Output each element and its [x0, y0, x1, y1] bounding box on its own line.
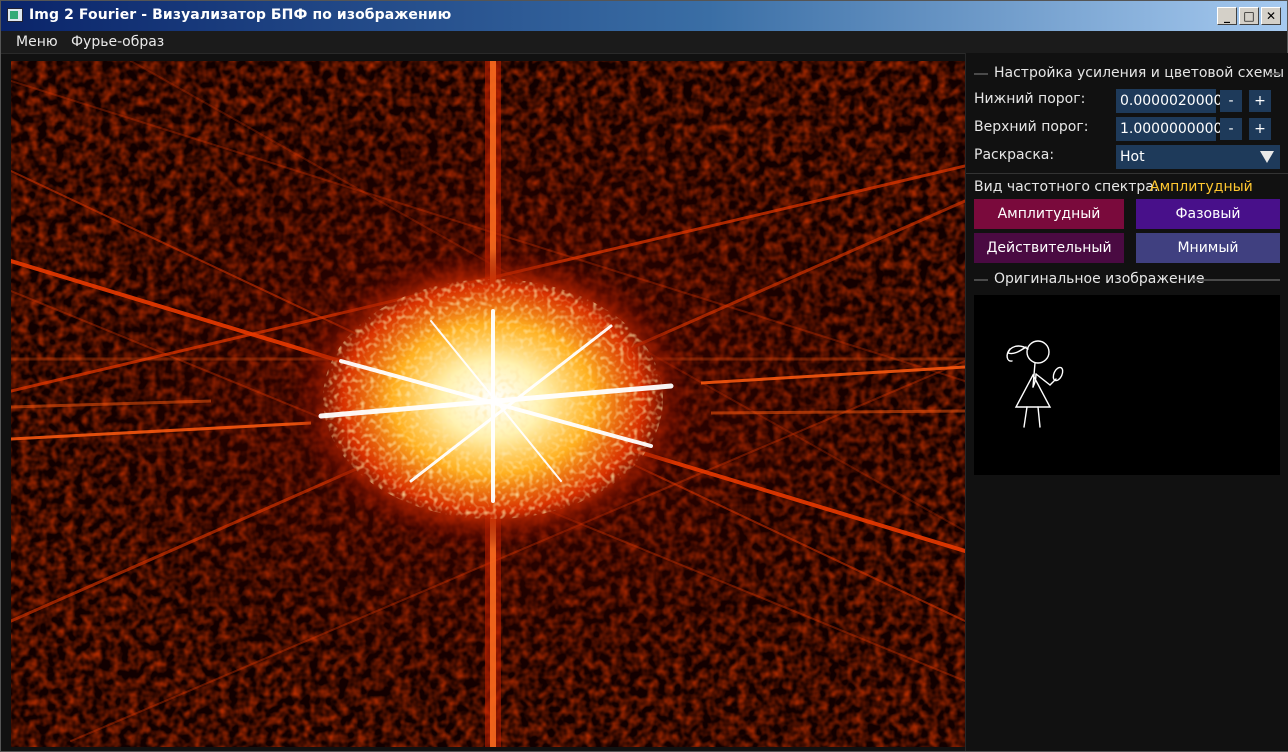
colormap-label: Раскраска:	[974, 147, 1055, 163]
maximize-button[interactable]: □	[1239, 7, 1259, 25]
menu-bar: Меню Фурье-образ	[1, 31, 1287, 54]
menu-item-fourier[interactable]: Фурье-образ	[71, 34, 164, 50]
minimize-icon: _	[1224, 9, 1230, 23]
section-divider	[974, 73, 988, 75]
fourier-spectrum-view[interactable]	[11, 61, 965, 747]
colormap-value: Hot	[1120, 149, 1145, 165]
section-divider	[974, 279, 988, 281]
separator	[966, 173, 1288, 174]
original-image-preview	[974, 295, 1280, 475]
window-title: Img 2 Fourier - Визуализатор БПФ по изоб…	[29, 7, 452, 23]
amplitude-button[interactable]: Амплитудный	[974, 199, 1124, 229]
lower-threshold-increase-button[interactable]: +	[1249, 90, 1271, 112]
minimize-button[interactable]: _	[1217, 7, 1237, 25]
close-icon: ✕	[1265, 9, 1277, 23]
gain-settings-title: Настройка усиления и цветовой схемы	[994, 65, 1285, 81]
app-icon	[7, 8, 23, 22]
lower-threshold-label: Нижний порог:	[974, 91, 1086, 107]
phase-button[interactable]: Фазовый	[1136, 199, 1280, 229]
section-divider	[1192, 279, 1280, 281]
upper-threshold-decrease-button[interactable]: -	[1220, 118, 1242, 140]
close-button[interactable]: ✕	[1261, 7, 1281, 25]
upper-threshold-input[interactable]: 1.0000000000	[1116, 117, 1222, 141]
original-image-title: Оригинальное изображение	[994, 271, 1205, 287]
title-bar[interactable]: Img 2 Fourier - Визуализатор БПФ по изоб…	[1, 1, 1287, 31]
upper-threshold-label: Верхний порог:	[974, 119, 1089, 135]
spectrum-image	[11, 61, 965, 747]
app-window: Img 2 Fourier - Визуализатор БПФ по изоб…	[0, 0, 1288, 752]
section-divider	[1270, 73, 1280, 75]
dropdown-arrow-icon	[1260, 151, 1274, 163]
spectrum-view-label: Вид частотного спектра:	[974, 179, 1159, 195]
maximize-icon: □	[1243, 9, 1255, 23]
lower-threshold-input[interactable]: 0.0000020000	[1116, 89, 1222, 113]
imaginary-part-button[interactable]: Мнимый	[1136, 233, 1280, 263]
spectrum-view-current: Амплитудный	[1150, 179, 1253, 195]
upper-threshold-increase-button[interactable]: +	[1249, 118, 1271, 140]
real-part-button[interactable]: Действительный	[974, 233, 1124, 263]
sidebar: Настройка усиления и цветовой схемы Нижн…	[965, 53, 1288, 751]
colormap-select[interactable]: Hot	[1116, 145, 1280, 169]
stick-figure-drawing	[1006, 340, 1064, 428]
lower-threshold-decrease-button[interactable]: -	[1220, 90, 1242, 112]
menu-item-menu[interactable]: Меню	[16, 34, 58, 50]
